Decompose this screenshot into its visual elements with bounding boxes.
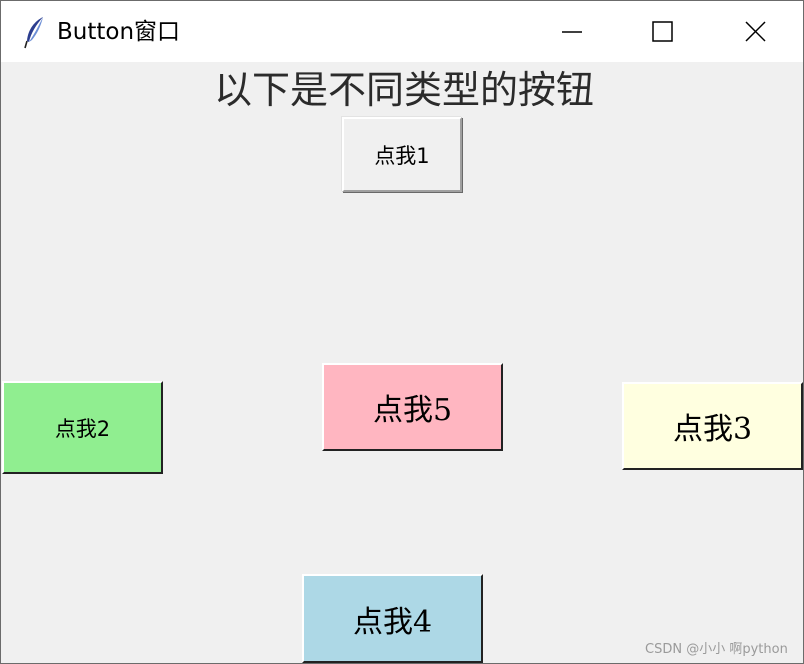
window-content: 以下是不同类型的按钮 点我1 点我5 点我2 点我3 点我4 CSDN @小小 … <box>1 62 803 663</box>
minimize-button[interactable] <box>526 1 618 62</box>
page-heading: 以下是不同类型的按钮 <box>213 68 594 112</box>
title-bar[interactable]: Button窗口 <box>1 1 803 62</box>
app-window: Button窗口 以下是不同类型的按钮 点我1 点我5 点我2 点我3 点我4 … <box>0 0 804 664</box>
watermark-text: CSDN @小小 啊python <box>645 642 788 657</box>
button-3[interactable]: 点我3 <box>622 382 803 470</box>
close-button[interactable] <box>709 1 801 62</box>
maximize-button[interactable] <box>616 1 708 62</box>
button-4[interactable]: 点我4 <box>302 574 483 663</box>
window-title: Button窗口 <box>57 19 181 45</box>
close-icon <box>745 21 766 42</box>
button-5[interactable]: 点我5 <box>322 363 503 451</box>
button-2[interactable]: 点我2 <box>2 381 163 474</box>
feather-icon <box>23 15 47 49</box>
minimize-icon <box>562 31 582 33</box>
button-1[interactable]: 点我1 <box>342 117 462 192</box>
maximize-icon <box>652 21 673 42</box>
